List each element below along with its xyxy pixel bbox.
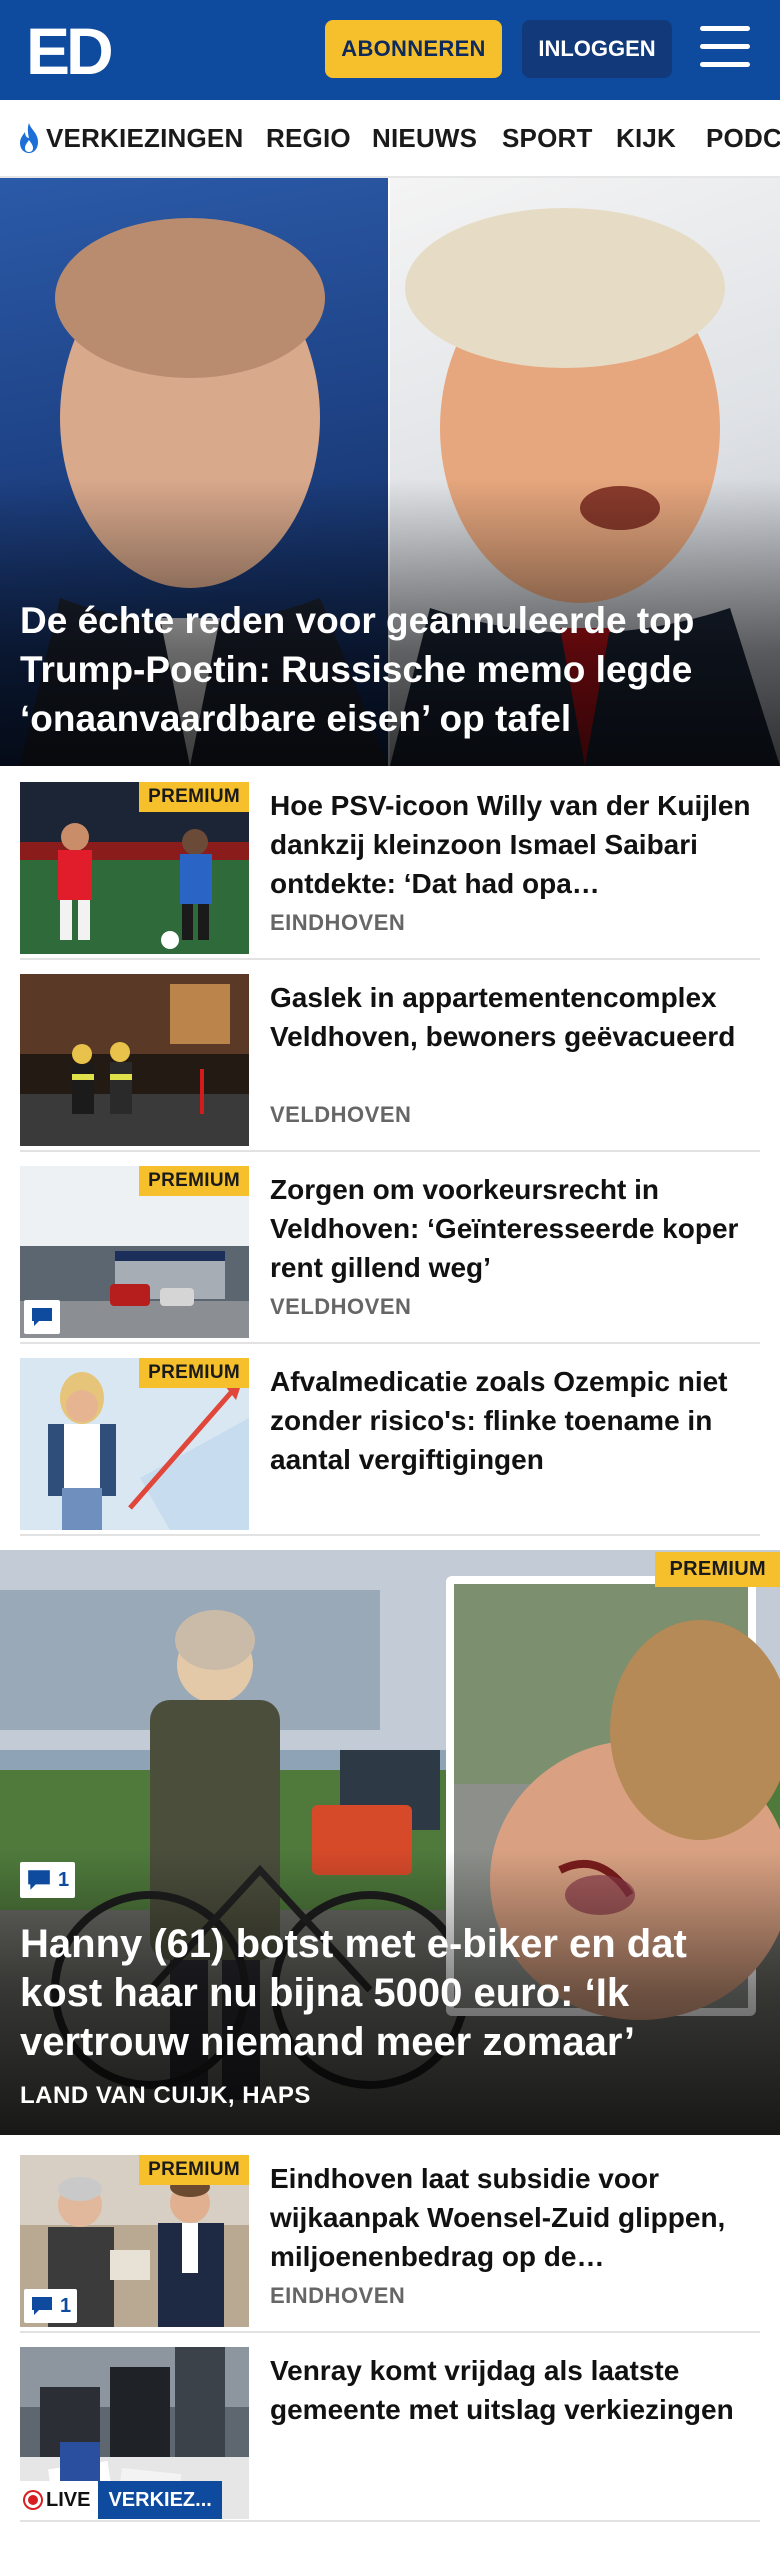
nav-item-label: VERKIEZINGEN (46, 122, 244, 153)
nav-item-verkiezingen[interactable]: VERKIEZINGEN (16, 100, 243, 176)
article-thumbnail: LIVE VERKIEZ... (20, 2347, 249, 2519)
article-title[interactable]: Zorgen om voorkeursrecht in Veldhoven: ‘… (270, 1170, 760, 1287)
hamburger-menu-icon[interactable] (700, 26, 752, 72)
premium-badge: PREMIUM (655, 1552, 780, 1587)
comments-badge[interactable]: 1 (20, 1862, 76, 1898)
premium-badge: PREMIUM (139, 1358, 249, 1388)
featured-location: LAND VAN CUIJK, HAPS (20, 2082, 311, 2109)
featured-article[interactable]: PREMIUM 1 Hanny (61) botst met e-biker e… (0, 1550, 780, 2135)
nav-item-nieuws[interactable]: NIEUWS (372, 100, 477, 176)
article-location: EINDHOVEN (270, 2283, 406, 2308)
comments-badge[interactable] (24, 1300, 60, 1334)
article-location: VELDHOVEN (270, 1294, 412, 1319)
list-item[interactable]: LIVE VERKIEZ... Venray komt vrijdag als … (20, 2347, 760, 2523)
featured-title[interactable]: Hanny (61) botst met e-biker en dat kost… (20, 1920, 760, 2067)
divider (20, 2520, 760, 2522)
list-item[interactable]: PREMIUM Hoe PSV-icoon Willy van der Kuij… (20, 782, 760, 960)
premium-badge: PREMIUM (139, 2155, 249, 2185)
live-dot-icon (28, 2495, 38, 2505)
login-button[interactable]: INLOGGEN (522, 20, 672, 78)
comment-icon (32, 2297, 52, 2315)
nav-item-regio[interactable]: REGIO (266, 100, 351, 176)
nav-item-kijk[interactable]: KIJK (616, 100, 676, 176)
nav-item-podcast[interactable]: PODC (706, 100, 780, 176)
live-badge[interactable]: LIVE VERKIEZ... (20, 2481, 222, 2519)
flame-icon (20, 123, 38, 153)
article-thumbnail: PREMIUM (20, 1358, 249, 1530)
article-title[interactable]: Eindhoven laat subsidie voor wijkaanpak … (270, 2159, 760, 2276)
article-thumbnail: PREMIUM (20, 782, 249, 954)
ed-logo[interactable]: ED (26, 18, 116, 80)
svg-text:ED: ED (26, 18, 111, 80)
article-thumbnail (20, 974, 249, 1146)
comment-icon (32, 1308, 52, 1326)
hero-article[interactable]: De échte reden voor geannuleerde top Tru… (0, 178, 780, 766)
comments-count: 1 (60, 2294, 72, 2317)
list-item[interactable]: PREMIUM Zorgen om voorkeursrecht in Veld… (20, 1166, 760, 1344)
subscribe-button[interactable]: ABONNEREN (325, 20, 502, 78)
article-title[interactable]: Afvalmedicatie zoals Ozempic niet zonder… (270, 1362, 760, 1479)
comments-count: 1 (58, 1868, 70, 1891)
article-title[interactable]: Hoe PSV-icoon Willy van der Kuijlen dank… (270, 786, 760, 903)
article-thumbnail: PREMIUM 1 (20, 2155, 249, 2327)
premium-badge: PREMIUM (139, 1166, 249, 1196)
comment-icon (28, 1870, 50, 1890)
comments-badge[interactable]: 1 (24, 2289, 78, 2323)
premium-badge: PREMIUM (139, 782, 249, 812)
article-location: EINDHOVEN (270, 910, 406, 935)
section-nav: VERKIEZINGEN REGIO NIEUWS SPORT KIJK POD… (0, 100, 780, 178)
hero-title[interactable]: De échte reden voor geannuleerde top Tru… (20, 596, 760, 743)
article-location: VELDHOVEN (270, 1102, 412, 1127)
live-topic-tag: VERKIEZ... (98, 2481, 222, 2519)
article-thumbnail: PREMIUM (20, 1166, 249, 1338)
list-item[interactable]: PREMIUM 1 Eindhoven laat subsidie voor w… (20, 2155, 760, 2333)
list-item[interactable]: PREMIUM Afvalmedicatie zoals Ozempic nie… (20, 1358, 760, 1536)
nav-item-sport[interactable]: SPORT (502, 100, 593, 176)
list-item[interactable]: Gaslek in appartementencom­plex Veldhove… (20, 974, 760, 1152)
article-title[interactable]: Gaslek in appartementencom­plex Veldhove… (270, 978, 760, 1056)
live-label: LIVE (46, 2488, 91, 2511)
article-title[interactable]: Venray komt vrijdag als laatste gemeente… (270, 2351, 760, 2429)
site-header: ED ABONNEREN INLOGGEN (0, 0, 780, 100)
